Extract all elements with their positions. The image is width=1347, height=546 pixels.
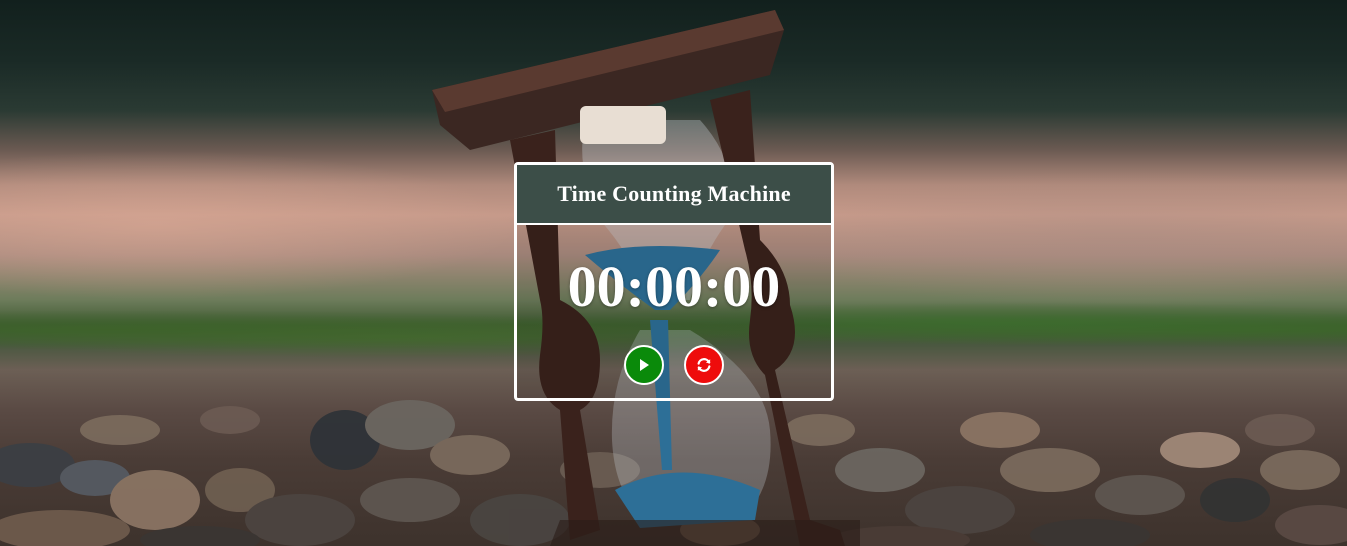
reset-button[interactable] <box>684 345 724 385</box>
timer-controls <box>517 345 831 385</box>
play-icon <box>640 359 649 371</box>
refresh-icon <box>697 358 711 372</box>
timer-display: 00:00:00 <box>567 254 781 319</box>
timer-title: Time Counting Machine <box>557 181 791 206</box>
start-button[interactable] <box>624 345 664 385</box>
timer-header: Time Counting Machine <box>517 165 831 225</box>
timer-card: Time Counting Machine 00:00:00 <box>514 162 834 401</box>
